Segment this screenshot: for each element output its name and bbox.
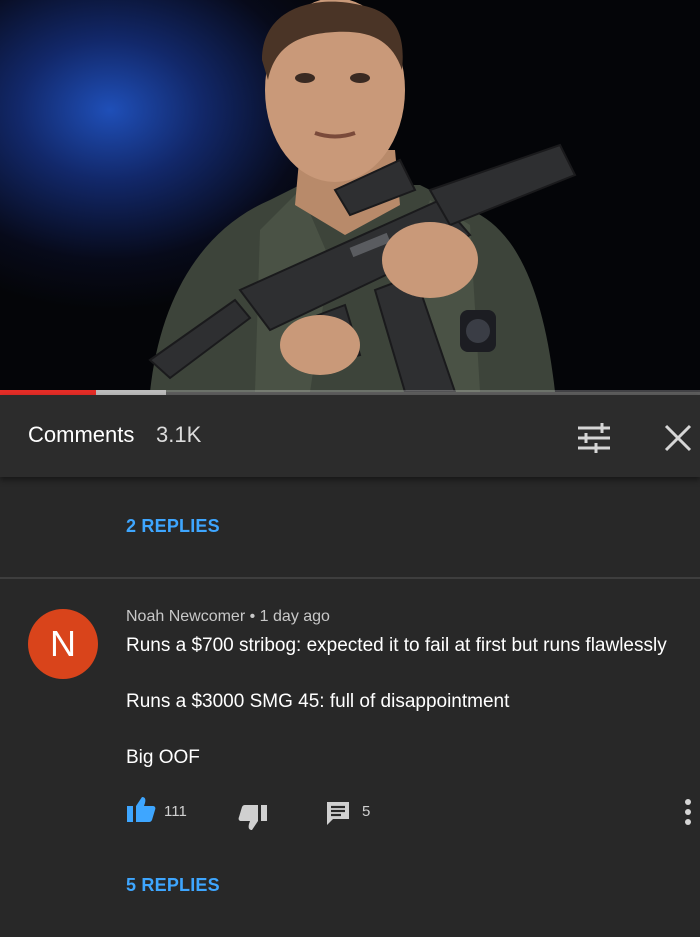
comment-meta: Noah Newcomer • 1 day ago [126,608,330,626]
view-replies-button[interactable]: 5 REPLIES [126,875,220,896]
reply-button[interactable] [325,800,351,826]
avatar[interactable]: N [28,609,98,679]
comment-time[interactable]: 1 day ago [260,608,330,625]
more-vertical-icon [685,799,691,825]
view-replies-button[interactable]: 2 REPLIES [126,516,220,537]
like-button[interactable] [126,795,156,823]
like-count: 111 [164,803,187,820]
comment-text-line: Runs a $3000 SMG 45: full of disappointm… [126,691,510,712]
thumbs-down-icon [238,805,267,830]
meta-separator: • [249,608,256,625]
video-frame [148,0,577,392]
comment-author[interactable]: Noah Newcomer [126,608,245,625]
close-icon [664,424,692,452]
video-player[interactable] [0,0,700,392]
dislike-button[interactable] [238,804,268,832]
comment-menu-button[interactable] [678,798,698,828]
comments-count: 3.1K [156,422,202,447]
comment-text-line: Big OOF [126,747,200,768]
sort-button[interactable] [574,420,614,456]
reply-comment-icon [327,802,349,825]
reply-count: 5 [362,803,371,820]
thumbs-up-icon [127,797,156,822]
comment-text-line: Runs a $700 stribog: expected it to fail… [126,635,667,656]
comments-title: Comments [28,422,135,447]
sort-sliders-icon [578,423,610,453]
close-comments-button[interactable] [660,420,696,456]
comment-divider [0,577,700,579]
